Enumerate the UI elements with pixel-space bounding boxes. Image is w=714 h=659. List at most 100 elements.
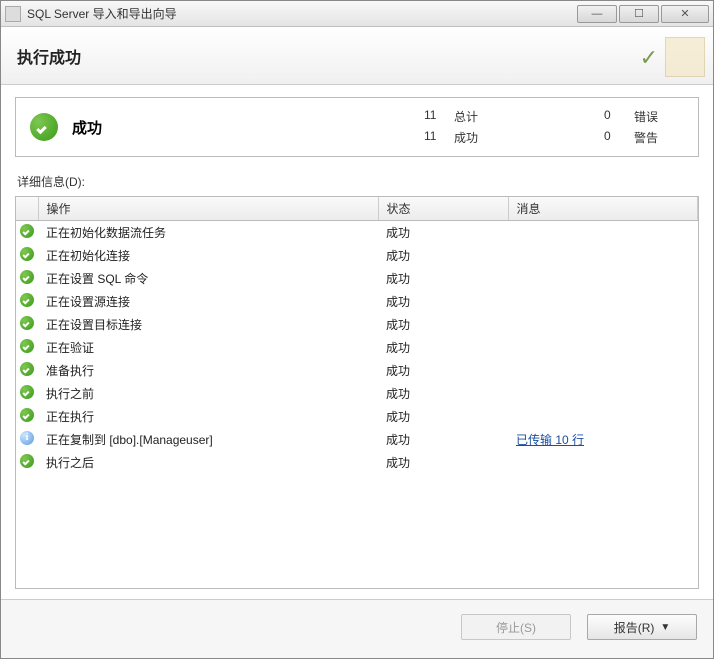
table-row[interactable]: 执行之后成功: [16, 451, 698, 474]
row-operation: 执行之前: [38, 382, 378, 405]
row-status-icon-cell: [16, 313, 38, 336]
table-row[interactable]: 正在初始化数据流任务成功: [16, 221, 698, 245]
row-message[interactable]: 已传输 10 行: [508, 428, 698, 451]
details-label: 详细信息(D):: [17, 173, 699, 190]
table-row[interactable]: 正在设置 SQL 命令成功: [16, 267, 698, 290]
row-status: 成功: [378, 244, 508, 267]
row-message: [508, 451, 698, 474]
table-row[interactable]: 准备执行成功: [16, 359, 698, 382]
row-status: 成功: [378, 451, 508, 474]
info-icon: [20, 431, 34, 445]
success-icon: [20, 270, 34, 284]
row-status-icon-cell: [16, 267, 38, 290]
row-message: [508, 221, 698, 245]
checkmark-icon: ✓: [640, 45, 658, 71]
report-button-label: 报告(R): [614, 619, 655, 636]
row-message: [508, 290, 698, 313]
summary-error-label: 错误: [634, 108, 684, 125]
minimize-button[interactable]: —: [577, 5, 617, 23]
row-status: 成功: [378, 267, 508, 290]
report-button[interactable]: 报告(R) ▼: [587, 614, 697, 640]
row-message: [508, 267, 698, 290]
success-icon: [20, 362, 34, 376]
window-title: SQL Server 导入和导出向导: [27, 5, 577, 22]
row-operation: 正在初始化数据流任务: [38, 221, 378, 245]
stop-button-label: 停止(S): [496, 619, 536, 636]
table-row[interactable]: 执行之前成功: [16, 382, 698, 405]
row-message: [508, 359, 698, 382]
row-status-icon-cell: [16, 451, 38, 474]
summary-error-count: 0: [604, 108, 634, 125]
row-message: [508, 382, 698, 405]
row-message: [508, 244, 698, 267]
row-status-icon-cell: [16, 336, 38, 359]
summary-warning-count: 0: [604, 129, 634, 146]
summary-warning-label: 警告: [634, 129, 684, 146]
row-status-icon-cell: [16, 382, 38, 405]
row-status-icon-cell: [16, 428, 38, 451]
row-operation: 正在设置目标连接: [38, 313, 378, 336]
header-decoration-icon: [665, 37, 705, 77]
row-message: [508, 405, 698, 428]
app-icon: [5, 6, 21, 22]
success-icon: [20, 293, 34, 307]
table-row[interactable]: 正在初始化连接成功: [16, 244, 698, 267]
summary-total-label: 总计: [454, 108, 514, 125]
message-link[interactable]: 已传输 10 行: [516, 433, 584, 447]
col-message-header[interactable]: 消息: [508, 197, 698, 221]
table-row[interactable]: 正在执行成功: [16, 405, 698, 428]
summary-success-count: 11: [424, 129, 454, 146]
table-row[interactable]: 正在验证成功: [16, 336, 698, 359]
maximize-button[interactable]: ☐: [619, 5, 659, 23]
row-status-icon-cell: [16, 359, 38, 382]
row-operation: 正在设置 SQL 命令: [38, 267, 378, 290]
row-status-icon-cell: [16, 290, 38, 313]
summary-counts: 11 总计 0 错误 11 成功 0 警告: [424, 108, 684, 146]
success-icon: [20, 454, 34, 468]
row-message: [508, 336, 698, 359]
titlebar: SQL Server 导入和导出向导 — ☐ ✕: [1, 1, 713, 27]
row-status: 成功: [378, 290, 508, 313]
wizard-window: SQL Server 导入和导出向导 — ☐ ✕ 执行成功 ✓ 成功 11 总计…: [0, 0, 714, 659]
details-table: 操作 状态 消息 正在初始化数据流任务成功正在初始化连接成功正在设置 SQL 命…: [16, 197, 698, 474]
row-status: 成功: [378, 336, 508, 359]
row-status: 成功: [378, 428, 508, 451]
success-icon: [30, 113, 58, 141]
success-icon: [20, 247, 34, 261]
window-buttons: — ☐ ✕: [577, 5, 709, 23]
row-status: 成功: [378, 359, 508, 382]
row-status-icon-cell: [16, 221, 38, 245]
footer: 停止(S) 报告(R) ▼: [1, 599, 713, 658]
page-header: 执行成功 ✓: [1, 27, 713, 85]
col-status-header[interactable]: 状态: [378, 197, 508, 221]
row-status: 成功: [378, 313, 508, 336]
row-status: 成功: [378, 221, 508, 245]
row-operation: 准备执行: [38, 359, 378, 382]
table-row[interactable]: 正在设置源连接成功: [16, 290, 698, 313]
table-row[interactable]: 正在设置目标连接成功: [16, 313, 698, 336]
details-table-container: 操作 状态 消息 正在初始化数据流任务成功正在初始化连接成功正在设置 SQL 命…: [15, 196, 699, 589]
page-title: 执行成功: [17, 44, 81, 68]
summary-total-count: 11: [424, 108, 454, 125]
success-icon: [20, 224, 34, 238]
row-operation: 正在设置源连接: [38, 290, 378, 313]
row-operation: 正在执行: [38, 405, 378, 428]
table-row[interactable]: 正在复制到 [dbo].[Manageuser]成功已传输 10 行: [16, 428, 698, 451]
col-operation-header[interactable]: 操作: [38, 197, 378, 221]
success-icon: [20, 316, 34, 330]
close-button[interactable]: ✕: [661, 5, 709, 23]
success-icon: [20, 339, 34, 353]
chevron-down-icon: ▼: [660, 622, 670, 633]
row-operation: 正在复制到 [dbo].[Manageuser]: [38, 428, 378, 451]
col-icon-header[interactable]: [16, 197, 38, 221]
row-operation: 执行之后: [38, 451, 378, 474]
row-operation: 正在验证: [38, 336, 378, 359]
row-status-icon-cell: [16, 405, 38, 428]
row-message: [508, 313, 698, 336]
stop-button: 停止(S): [461, 614, 571, 640]
summary-status-label: 成功: [72, 117, 102, 138]
row-status: 成功: [378, 405, 508, 428]
summary-panel: 成功 11 总计 0 错误 11 成功 0 警告: [15, 97, 699, 157]
content-area: 成功 11 总计 0 错误 11 成功 0 警告 详细信息(D): 操: [1, 85, 713, 599]
success-icon: [20, 408, 34, 422]
